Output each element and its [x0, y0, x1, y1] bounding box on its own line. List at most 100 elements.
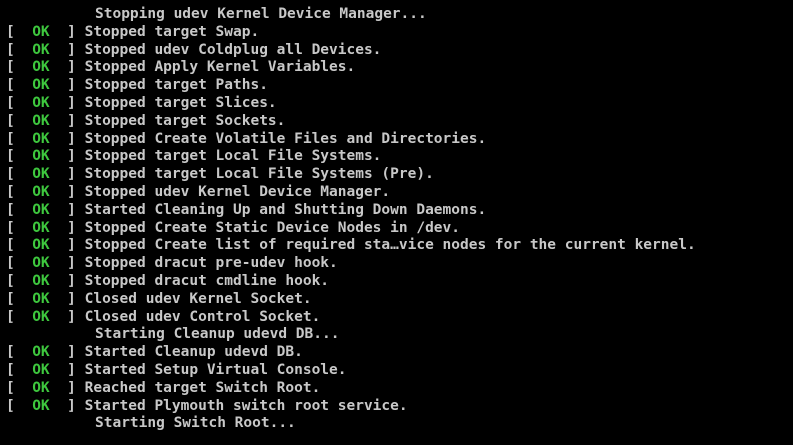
status-bracket-close: ]	[67, 166, 76, 183]
console-message: Started Plymouth switch root service.	[75, 397, 408, 414]
status-bracket-open: [	[6, 112, 15, 129]
console-message: Stopped Create Volatile Files and Direct…	[75, 130, 487, 147]
console-line: [ OK ] Stopped dracut pre-udev hook.	[6, 255, 793, 273]
status-ok: OK	[32, 255, 50, 272]
status-bracket-close: ]	[67, 201, 76, 218]
console-line: [ OK ] Stopped target Local File Systems…	[6, 166, 793, 184]
status-bracket-close: ]	[67, 219, 76, 236]
console-message: Stopped dracut pre-udev hook.	[75, 255, 338, 272]
status-ok: OK	[32, 272, 50, 289]
status-ok: OK	[32, 23, 50, 40]
console-line: [ OK ] Started Cleanup udevd DB.	[6, 344, 793, 362]
status-ok: OK	[32, 219, 50, 236]
console-message: Stopping udev Kernel Device Manager...	[95, 6, 427, 22]
console-message: Stopped udev Coldplug all Devices.	[75, 41, 382, 58]
status-bracket-close: ]	[67, 255, 76, 272]
console-line: [ OK ] Closed udev Control Socket.	[6, 309, 793, 327]
status-bracket-open: [	[6, 237, 15, 254]
status-ok: OK	[32, 201, 50, 218]
console-line: [ OK ] Stopped target Sockets.	[6, 113, 793, 131]
console-message: Started Cleanup udevd DB.	[75, 344, 303, 361]
console-line: [ OK ] Stopped udev Kernel Device Manage…	[6, 184, 793, 202]
console-message: Stopped target Slices.	[75, 94, 277, 111]
status-bracket-close: ]	[67, 183, 76, 200]
console-line: [ OK ] Stopped udev Coldplug all Devices…	[6, 42, 793, 60]
status-bracket-close: ]	[67, 237, 76, 254]
status-bracket-open: [	[6, 41, 15, 58]
console-line: [ OK ] Stopped target Slices.	[6, 95, 793, 113]
status-bracket-open: [	[6, 219, 15, 236]
console-message: Stopped target Swap.	[75, 23, 260, 40]
console-line: [ OK ] Started Plymouth switch root serv…	[6, 398, 793, 416]
status-bracket-close: ]	[67, 148, 76, 165]
console-message: Stopped dracut cmdline hook.	[75, 272, 330, 289]
status-bracket-open: [	[6, 272, 15, 289]
console-message: Stopped Create Static Device Nodes in /d…	[75, 219, 460, 236]
status-bracket-close: ]	[67, 397, 76, 414]
status-bracket-open: [	[6, 130, 15, 147]
console-line: [ OK ] Stopped Create list of required s…	[6, 237, 793, 255]
console-message: Starting Cleanup udevd DB...	[95, 326, 340, 343]
console-line: [ OK ] Stopped Apply Kernel Variables.	[6, 59, 793, 77]
status-bracket-close: ]	[67, 290, 76, 307]
status-bracket-open: [	[6, 148, 15, 165]
console-line: Stopping udev Kernel Device Manager...	[6, 6, 793, 24]
status-bracket-close: ]	[67, 59, 76, 76]
status-ok: OK	[32, 237, 50, 254]
console-message: Stopped target Local File Systems.	[75, 148, 382, 165]
status-bracket-open: [	[6, 166, 15, 183]
status-bracket-open: [	[6, 379, 15, 396]
status-ok: OK	[32, 379, 50, 396]
console-line: [ OK ] Stopped Create Volatile Files and…	[6, 131, 793, 149]
status-bracket-open: [	[6, 201, 15, 218]
status-bracket-open: [	[6, 183, 15, 200]
status-ok: OK	[32, 290, 50, 307]
console-message: Stopped Create list of required sta…vice…	[75, 237, 696, 254]
status-ok: OK	[32, 112, 50, 129]
console-line: [ OK ] Started Setup Virtual Console.	[6, 362, 793, 380]
status-ok: OK	[32, 361, 50, 378]
status-ok: OK	[32, 308, 50, 325]
status-bracket-open: [	[6, 397, 15, 414]
status-bracket-close: ]	[67, 130, 76, 147]
console-line: [ OK ] Closed udev Kernel Socket.	[6, 291, 793, 309]
status-bracket-close: ]	[67, 41, 76, 58]
console-message: Reached target Switch Root.	[75, 379, 321, 396]
status-bracket-close: ]	[67, 361, 76, 378]
boot-console: Stopping udev Kernel Device Manager... [ …	[6, 6, 793, 433]
status-bracket-open: [	[6, 255, 15, 272]
console-line: [ OK ] Stopped target Local File Systems…	[6, 148, 793, 166]
status-bracket-close: ]	[67, 112, 76, 129]
status-bracket-open: [	[6, 290, 15, 307]
status-ok: OK	[32, 166, 50, 183]
console-line: Starting Switch Root...	[6, 415, 793, 433]
status-bracket-close: ]	[67, 379, 76, 396]
status-bracket-open: [	[6, 23, 15, 40]
status-ok: OK	[32, 94, 50, 111]
console-line: [ OK ] Stopped dracut cmdline hook.	[6, 273, 793, 291]
console-line: [ OK ] Started Cleaning Up and Shutting …	[6, 202, 793, 220]
console-line: [ OK ] Stopped target Paths.	[6, 77, 793, 95]
status-ok: OK	[32, 397, 50, 414]
console-message: Stopped target Sockets.	[75, 112, 286, 129]
console-line: [ OK ] Stopped target Swap.	[6, 24, 793, 42]
console-message: Stopped udev Kernel Device Manager.	[75, 183, 391, 200]
console-message: Closed udev Kernel Socket.	[75, 290, 312, 307]
status-bracket-open: [	[6, 361, 15, 378]
console-message: Closed udev Control Socket.	[75, 308, 321, 325]
console-message: Starting Switch Root...	[95, 415, 296, 432]
console-message: Stopped target Paths.	[75, 77, 268, 94]
status-bracket-close: ]	[67, 308, 76, 325]
console-line: [ OK ] Stopped Create Static Device Node…	[6, 220, 793, 238]
status-bracket-close: ]	[67, 272, 76, 289]
status-bracket-open: [	[6, 308, 15, 325]
status-bracket-close: ]	[67, 23, 76, 40]
status-bracket-close: ]	[67, 344, 76, 361]
console-message: Stopped Apply Kernel Variables.	[75, 59, 356, 76]
status-bracket-open: [	[6, 94, 15, 111]
status-ok: OK	[32, 148, 50, 165]
status-ok: OK	[32, 130, 50, 147]
status-bracket-open: [	[6, 344, 15, 361]
status-bracket-open: [	[6, 59, 15, 76]
console-message: Stopped target Local File Systems (Pre).	[75, 166, 434, 183]
